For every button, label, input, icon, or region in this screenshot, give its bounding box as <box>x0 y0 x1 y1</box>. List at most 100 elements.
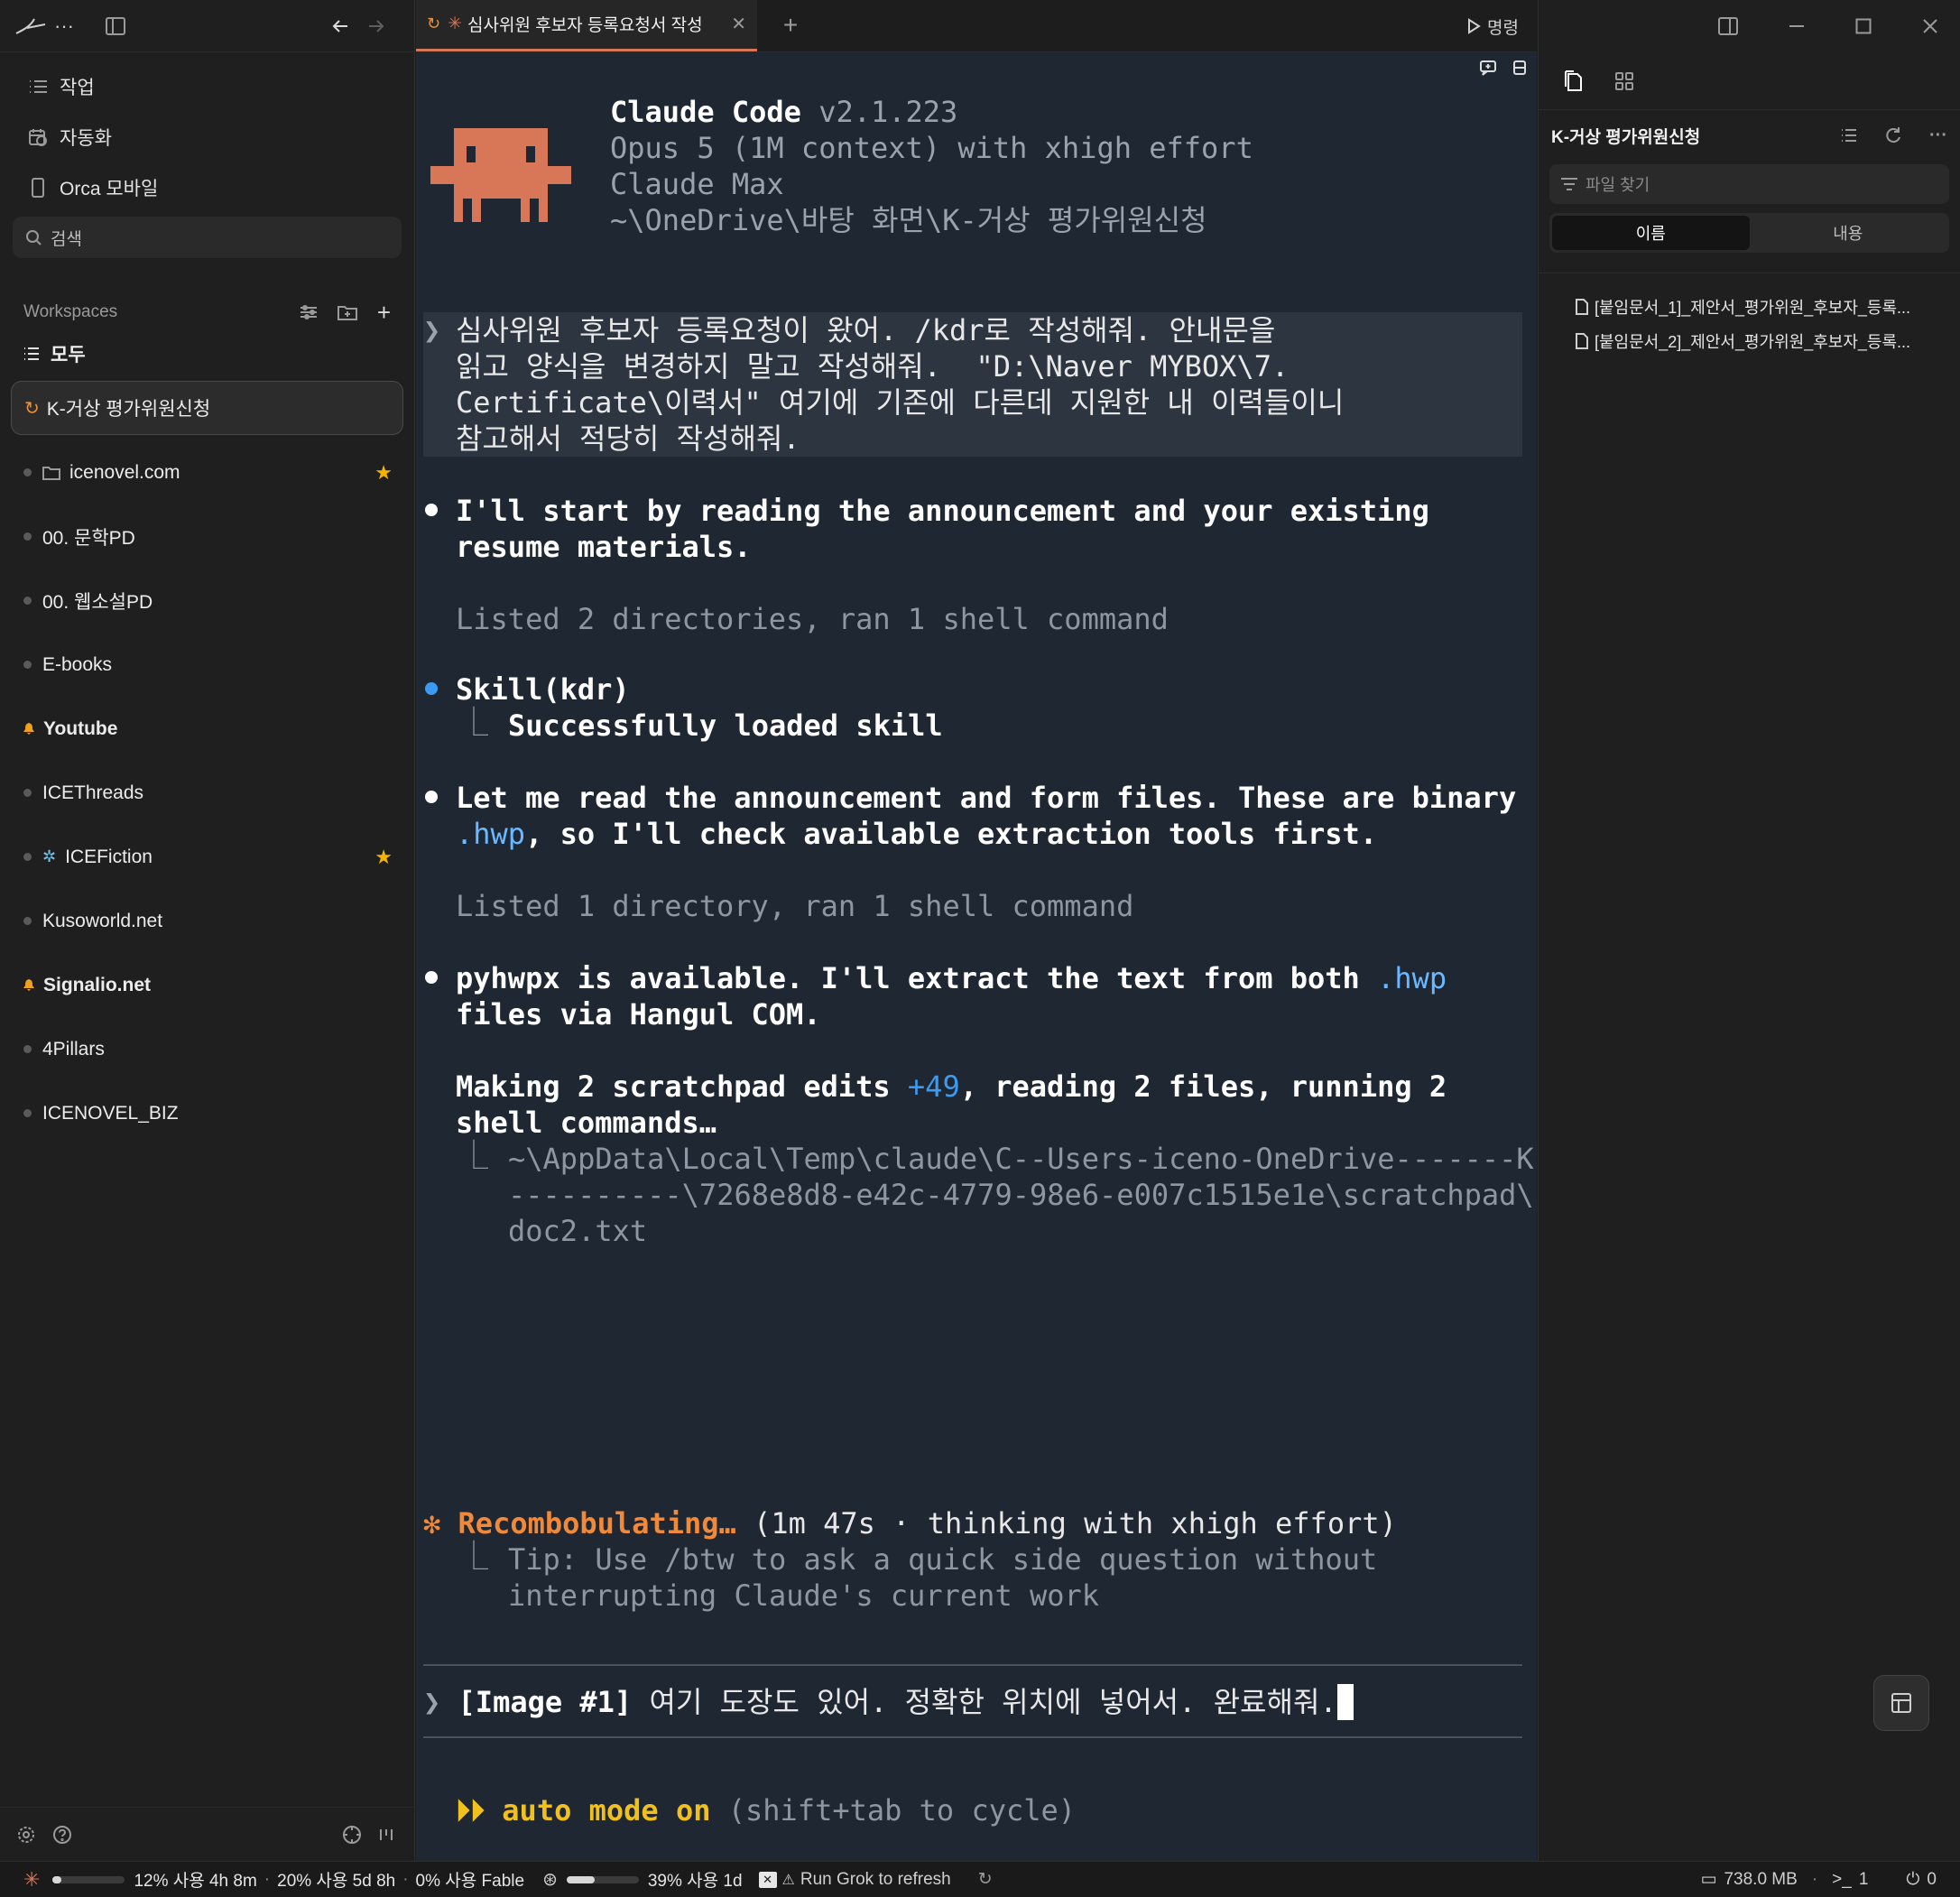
tree-connector-icon: ⎿ <box>459 705 489 739</box>
mode-label: auto mode on <box>502 1793 711 1828</box>
files-icon[interactable] <box>1562 69 1584 93</box>
workspace-4pillars[interactable]: 4Pillars <box>0 1017 414 1081</box>
file-item[interactable]: [붙임문서_1]_제안서_평가위원_후보자_등록... <box>1539 290 1960 324</box>
workspace-webnovel-pd[interactable]: 00. 웹소설PD <box>0 569 414 633</box>
new-folder-icon[interactable] <box>337 304 357 320</box>
path-line: ~\AppData\Local\Temp\claude\C--Users-ice… <box>508 1142 1534 1176</box>
star-icon[interactable]: ★ <box>374 846 393 869</box>
file-name: [붙임문서_1]_제안서_평가위원_후보자_등록... <box>1595 299 1911 317</box>
workspace-icenovel[interactable]: icenovel.com ★ <box>0 440 414 504</box>
assistant-text: pyhwpx is available. I'll extract the te… <box>456 961 1378 995</box>
layout-panel-button[interactable] <box>1873 1675 1929 1731</box>
workspaces-all[interactable]: 모두 <box>0 334 414 374</box>
grid-icon[interactable] <box>1614 71 1634 91</box>
workspace-ebooks[interactable]: E-books <box>0 633 414 697</box>
star-icon[interactable]: ★ <box>374 461 393 485</box>
list-view-icon[interactable] <box>1841 128 1857 143</box>
status-dot <box>23 789 32 797</box>
search-icon <box>25 229 42 245</box>
tool-summary[interactable]: Listed 1 directory, ran 1 shell command <box>456 888 1133 924</box>
terminal-mini-toolbar <box>1479 60 1528 76</box>
file-ext: .hwp <box>1377 961 1447 995</box>
workspace-icethreads[interactable]: ICEThreads <box>0 761 414 825</box>
workspace-icenovel-biz[interactable]: ICENOVEL_BIZ <box>0 1081 414 1145</box>
usage-meter-1 <box>52 1875 125 1883</box>
settings-gear-icon[interactable] <box>16 1825 36 1845</box>
workspace-label: Signalio.net <box>43 974 152 995</box>
workspace-label: Youtube <box>43 717 118 739</box>
sidebar: ··· 작업 자동화 Orca 모바일 검색 Workspaces + 모두 ↻… <box>0 0 415 1861</box>
tab-session[interactable]: ↻ ✳ 심사위원 후보자 등록요청서 작성 ✕ <box>416 0 757 51</box>
nav-label: 작업 <box>60 78 95 98</box>
model-line: Opus 5 (1M context) with xhigh effort <box>610 131 1253 165</box>
file-list: [붙임문서_1]_제안서_평가위원_후보자_등록... [붙임문서_2]_제안서… <box>1539 273 1960 358</box>
thinking-status: ✻ Recombobulating… (1m 47s · thinking wi… <box>423 1505 1397 1541</box>
nav-automation[interactable]: 자동화 <box>0 112 414 162</box>
bell-icon <box>23 723 34 735</box>
skill-bullet <box>425 682 438 695</box>
maximize-icon[interactable] <box>1855 18 1872 34</box>
filter-sliders-icon[interactable] <box>300 304 318 320</box>
search-label: 검색 <box>51 229 82 249</box>
new-tab-button[interactable]: + <box>757 0 824 51</box>
workspace-label: icenovel.com <box>69 461 180 483</box>
message-bullet <box>425 791 438 803</box>
progress-text: Making 2 scratchpad edits <box>456 1069 908 1104</box>
workspace-signalio[interactable]: Signalio.net <box>0 953 414 1017</box>
workspace-label: 00. 웹소설PD <box>42 591 153 613</box>
right-panel-tabs <box>1539 52 1960 110</box>
terminal-count: 1 <box>1858 1869 1869 1889</box>
workspace-youtube[interactable]: Youtube <box>0 697 414 761</box>
bars-icon[interactable] <box>378 1827 394 1843</box>
prompt-input[interactable]: ❯ [Image #1] 여기 도장도 있어. 정확한 위치에 넣어서. 완료해… <box>423 1684 1522 1720</box>
nav-mobile[interactable]: Orca 모바일 <box>0 162 414 213</box>
forward-arrow-icon[interactable] <box>367 18 385 34</box>
file-ext: .hwp <box>456 817 526 851</box>
close-icon[interactable]: ✕ <box>731 13 746 35</box>
nav-tasks[interactable]: 작업 <box>0 61 414 112</box>
sidebar-toggle-icon[interactable] <box>105 16 126 36</box>
comment-add-icon[interactable] <box>1479 60 1497 76</box>
add-icon[interactable]: + <box>377 299 391 327</box>
separator: · <box>263 1869 271 1889</box>
refresh-icon[interactable] <box>1884 126 1902 144</box>
more-icon[interactable]: ··· <box>1929 125 1947 146</box>
status-right: ▭ 738.0 MB · >_ 1 ⏻ 0 <box>1701 1869 1937 1890</box>
split-icon[interactable] <box>1512 60 1528 76</box>
tip-line: Tip: Use /btw to ask a quick side questi… <box>508 1542 1378 1577</box>
more-icon[interactable]: ··· <box>49 14 79 38</box>
calendar-clock-icon <box>25 127 51 147</box>
memory-usage: 738.0 MB <box>1724 1869 1798 1889</box>
panel-toggle-icon[interactable] <box>1718 17 1738 35</box>
crosshair-icon[interactable] <box>342 1825 362 1845</box>
close-window-icon[interactable] <box>1922 18 1938 34</box>
terminal-pane: ↻ ✳ 심사위원 후보자 등록요청서 작성 ✕ + 명령 Claude Code… <box>416 0 1537 1861</box>
workspace-literature-pd[interactable]: 00. 문학PD <box>0 504 414 569</box>
refresh-icon[interactable]: ↻ <box>978 1869 993 1890</box>
session-header: Claude Code v2.1.223 Opus 5 (1M context)… <box>610 94 1253 238</box>
sidebar-search[interactable]: 검색 <box>13 217 402 258</box>
image-attachment-tag[interactable]: [Image #1] <box>458 1685 633 1719</box>
mode-indicator[interactable]: ⏵⏵ auto mode on (shift+tab to cycle) <box>456 1792 1076 1828</box>
minimize-icon[interactable] <box>1789 24 1805 28</box>
app-logo-icon[interactable] <box>13 17 49 35</box>
grok-refresh-text[interactable]: Run Grok to refresh <box>800 1870 951 1890</box>
file-search-input[interactable]: 파일 찾기 <box>1549 164 1949 204</box>
tool-summary[interactable]: Listed 2 directories, ran 1 shell comman… <box>456 601 1169 637</box>
terminal-output[interactable]: Claude Code v2.1.223 Opus 5 (1M context)… <box>416 52 1537 1861</box>
segment-name[interactable]: 이름 <box>1552 216 1750 250</box>
workspace-icefiction[interactable]: ✲ ICEFiction ★ <box>0 825 414 889</box>
input-bottom-border <box>423 1736 1522 1738</box>
tip-line: interrupting Claude's current work <box>508 1578 1100 1613</box>
run-command-button[interactable]: 명령 <box>1465 0 1519 52</box>
user-prompt-line: 읽고 양식을 변경하지 말고 작성해줘. "D:\Naver MYBOX\7. <box>456 349 1290 384</box>
workspace-kusoworld[interactable]: Kusoworld.net <box>0 889 414 953</box>
segment-content[interactable]: 내용 <box>1750 216 1947 250</box>
list-icon <box>23 347 40 361</box>
help-icon[interactable] <box>52 1825 72 1845</box>
file-item[interactable]: [붙임문서_2]_제안서_평가위원_후보자_등록... <box>1539 324 1960 358</box>
back-arrow-icon[interactable] <box>331 18 349 34</box>
workspace-k-geosang[interactable]: ↻ K-거상 평가위원신청 <box>11 381 403 435</box>
status-dot <box>23 917 32 925</box>
assistant-line: pyhwpx is available. I'll extract the te… <box>456 960 1447 996</box>
